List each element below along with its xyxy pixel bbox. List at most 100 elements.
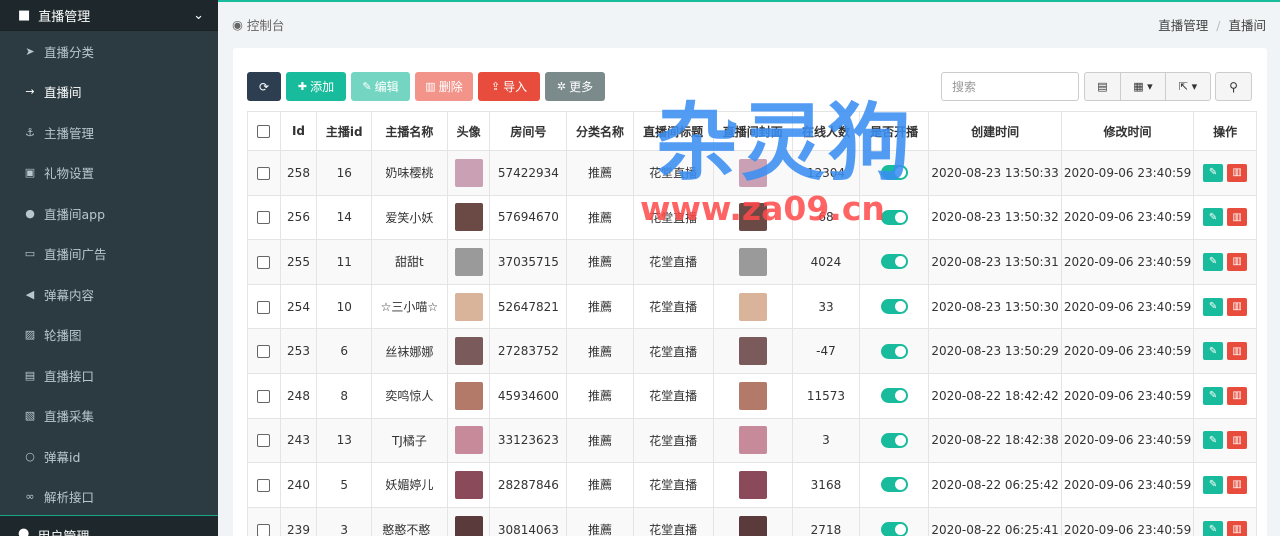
table-row[interactable]: 254 10 ☆三小喵☆ 52647821 推薦 花堂直播 33 2020-08-23 13:… <box>247 283 1257 330</box>
avatar[interactable] <box>454 515 483 536</box>
sidebar-section-users[interactable]: ● 用户管理 <box>0 515 218 536</box>
live-toggle[interactable] <box>880 432 908 448</box>
room-cover[interactable] <box>738 515 767 536</box>
row-edit-button[interactable]: ✎ <box>1203 163 1224 182</box>
row-delete-button[interactable]: ▥ <box>1227 297 1248 316</box>
room-cover[interactable] <box>738 426 767 455</box>
columns-button[interactable]: ▦ ▾ <box>1120 72 1166 101</box>
select-all-checkbox[interactable] <box>257 125 271 138</box>
cell-id: 255 <box>287 254 310 269</box>
row-edit-button[interactable]: ✎ <box>1203 520 1224 536</box>
table-row[interactable]: 255 11 甜甜t 37035715 推薦 花堂直播 4024 2020-08-23 13:… <box>247 239 1257 285</box>
row-checkbox[interactable] <box>257 300 271 314</box>
table-row[interactable]: 243 13 TJ橘子 33123623 推薦 花堂直播 3 2020-08-22 18:42… <box>247 417 1257 464</box>
cell-anchor-id: 13 <box>336 433 352 448</box>
sidebar-item[interactable]: ● 直播间app <box>0 193 218 234</box>
sidebar-item[interactable]: ▣ 礼物设置 <box>0 152 218 193</box>
avatar[interactable] <box>454 158 483 187</box>
sidebar-item[interactable]: → 直播间 <box>0 71 218 112</box>
import-button[interactable]: ⇪ 导入 <box>478 72 540 101</box>
breadcrumb-item[interactable]: 直播管理 <box>1158 18 1208 33</box>
avatar[interactable] <box>454 247 483 276</box>
table-row[interactable]: 240 5 妖媚婷儿 28287846 推薦 花堂直播 3168 2020-08-22 06:… <box>247 462 1257 508</box>
column-header[interactable]: 主播id <box>316 111 373 151</box>
row-checkbox[interactable] <box>257 389 271 403</box>
search-button[interactable]: ⚲ <box>1215 72 1252 101</box>
sidebar-section-live[interactable]: ■ 直播管理 ⌄ <box>0 0 218 31</box>
row-delete-button[interactable]: ▥ <box>1227 208 1248 227</box>
room-cover[interactable] <box>738 470 767 499</box>
cell-updated-time: 2020-09-06 23:40:59 <box>1063 254 1192 269</box>
search-input[interactable]: 搜索 <box>941 72 1079 101</box>
column-header[interactable]: 分类名称 <box>566 111 634 151</box>
avatar[interactable] <box>454 337 483 366</box>
room-cover[interactable] <box>738 381 767 410</box>
table-row[interactable]: 248 8 奕鸣惊人 45934600 推薦 花堂直播 11573 2020-08-22 18… <box>247 372 1257 419</box>
table-row[interactable]: 253 6 丝袜娜娜 27283752 推薦 花堂直播 -47 2020-08-23 13:5… <box>247 328 1257 374</box>
trash-icon: ▥ <box>1232 301 1242 313</box>
room-cover[interactable] <box>738 292 767 321</box>
avatar[interactable] <box>454 203 483 232</box>
row-edit-button[interactable]: ✎ <box>1203 475 1224 494</box>
sidebar-item[interactable]: ▧ 直播采集 <box>0 395 218 436</box>
file-code-icon: ▤ <box>24 368 36 382</box>
row-delete-button[interactable]: ▥ <box>1227 252 1248 271</box>
column-header[interactable]: 修改时间 <box>1060 111 1195 151</box>
column-header[interactable]: 创建时间 <box>928 111 1062 151</box>
live-toggle[interactable] <box>880 388 908 404</box>
row-checkbox[interactable] <box>257 523 271 536</box>
refresh-button[interactable]: ⟳ <box>247 72 281 101</box>
sidebar-item[interactable]: ▭ 直播间广告 <box>0 233 218 274</box>
export-button[interactable]: ⇱ ▾ <box>1165 72 1211 101</box>
edit-button[interactable]: ✎ 编辑 <box>351 72 410 101</box>
cell-created-time: 2020-08-23 13:50:29 <box>931 344 1059 359</box>
row-delete-button[interactable]: ▥ <box>1227 475 1248 494</box>
live-toggle[interactable] <box>880 254 908 270</box>
avatar[interactable] <box>454 426 483 455</box>
row-checkbox[interactable] <box>257 478 271 492</box>
row-checkbox[interactable] <box>257 166 271 180</box>
row-edit-button[interactable]: ✎ <box>1203 342 1224 361</box>
row-checkbox[interactable] <box>257 255 271 269</box>
row-delete-button[interactable]: ▥ <box>1227 431 1248 450</box>
column-header[interactable]: 操作 <box>1193 111 1257 151</box>
row-delete-button[interactable]: ▥ <box>1227 342 1248 361</box>
row-checkbox[interactable] <box>257 211 271 225</box>
row-delete-button[interactable]: ▥ <box>1227 520 1248 536</box>
column-header[interactable]: 主播名称 <box>371 111 448 151</box>
more-button[interactable]: ✲ 更多 <box>545 72 605 101</box>
live-toggle[interactable] <box>880 522 908 536</box>
row-checkbox[interactable] <box>257 345 271 359</box>
room-cover[interactable] <box>738 337 767 366</box>
delete-button[interactable]: ▥ 删除 <box>415 72 473 101</box>
live-toggle[interactable] <box>880 343 908 359</box>
sidebar-item[interactable]: ➤ 直播分类 <box>0 31 218 72</box>
row-edit-button[interactable]: ✎ <box>1203 252 1224 271</box>
add-button[interactable]: ✚ 添加 <box>286 72 346 101</box>
table-row[interactable]: 239 3 憨憨不憨_ 30814063 推薦 花堂直播 2718 2020-08-22 06… <box>247 506 1257 536</box>
row-edit-button[interactable]: ✎ <box>1203 297 1224 316</box>
avatar[interactable] <box>454 381 483 410</box>
live-toggle[interactable] <box>880 477 908 493</box>
row-edit-button[interactable]: ✎ <box>1203 431 1224 450</box>
column-header[interactable]: 房间号 <box>489 111 568 151</box>
cell-anchor-name: 丝袜娜娜 <box>385 344 434 359</box>
avatar[interactable] <box>454 292 483 321</box>
row-edit-button[interactable]: ✎ <box>1203 386 1224 405</box>
live-toggle[interactable] <box>880 299 908 315</box>
column-header[interactable]: 头像 <box>446 111 491 151</box>
sidebar-item[interactable]: ∞ 解析接口 <box>0 476 218 517</box>
sidebar-item[interactable]: ▨ 轮播图 <box>0 314 218 355</box>
room-cover[interactable] <box>738 247 767 276</box>
row-checkbox[interactable] <box>257 434 271 448</box>
toggle-view-button[interactable]: ▤ <box>1084 72 1121 101</box>
row-delete-button[interactable]: ▥ <box>1227 163 1248 182</box>
row-edit-button[interactable]: ✎ <box>1203 208 1224 227</box>
sidebar-item[interactable]: ⚓ 主播管理 <box>0 112 218 153</box>
avatar[interactable] <box>454 470 483 499</box>
column-header[interactable]: Id <box>279 111 318 151</box>
row-delete-button[interactable]: ▥ <box>1227 386 1248 405</box>
sidebar-item[interactable]: ▤ 直播接口 <box>0 355 218 396</box>
sidebar-item[interactable]: ◀ 弹幕内容 <box>0 274 218 315</box>
sidebar-item[interactable]: ○ 弹幕id <box>0 436 218 477</box>
